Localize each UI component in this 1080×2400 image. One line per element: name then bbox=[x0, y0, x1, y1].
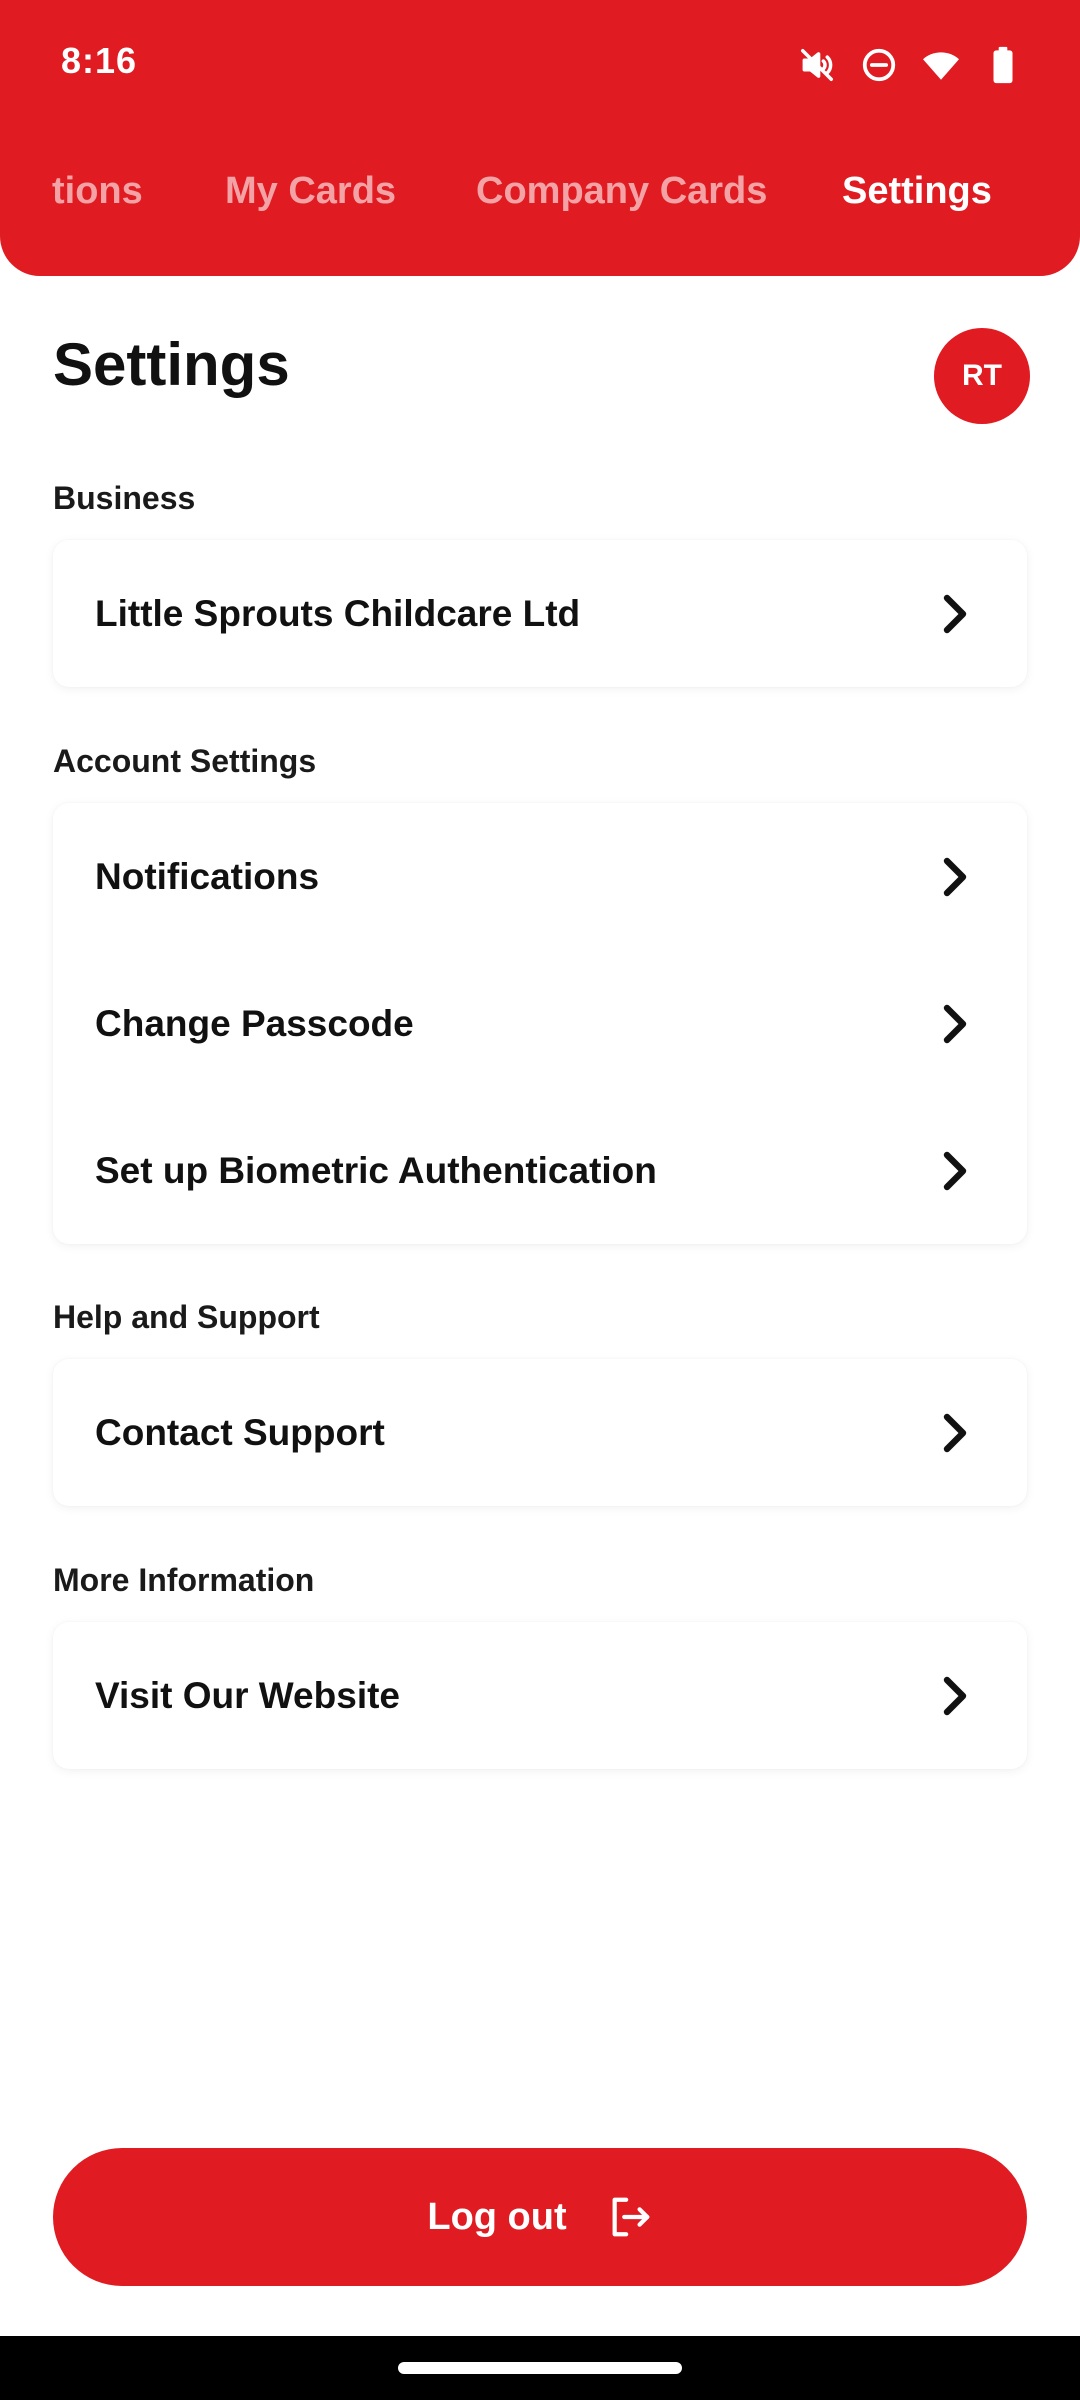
help-support-card: Contact Support bbox=[53, 1359, 1027, 1506]
avatar-initials: RT bbox=[962, 359, 1002, 392]
visit-website-item[interactable]: Visit Our Website bbox=[53, 1622, 1027, 1769]
section-label-more-info: More Information bbox=[53, 1562, 315, 1598]
logout-icon bbox=[612, 2197, 649, 2237]
chevron-right-icon bbox=[943, 1676, 967, 1715]
status-bar: 8:16 bbox=[0, 0, 1080, 130]
tab-bar: tions My Cards Company Cards Settings bbox=[0, 170, 1080, 230]
chevron-right-icon bbox=[943, 1151, 967, 1190]
logout-button[interactable]: Log out bbox=[53, 2148, 1027, 2286]
biometric-auth-label: Set up Biometric Authentication bbox=[95, 1149, 657, 1191]
business-item[interactable]: Little Sprouts Childcare Ltd bbox=[53, 540, 1027, 687]
notifications-label: Notifications bbox=[95, 855, 320, 897]
home-indicator[interactable] bbox=[398, 2362, 682, 2374]
biometric-auth-item[interactable]: Set up Biometric Authentication bbox=[53, 1097, 1027, 1244]
visit-website-label: Visit Our Website bbox=[95, 1674, 400, 1716]
chevron-right-icon bbox=[943, 857, 967, 896]
page-title: Settings bbox=[53, 331, 290, 398]
tab-my-cards[interactable]: My Cards bbox=[225, 170, 396, 213]
tab-company-cards[interactable]: Company Cards bbox=[476, 170, 767, 213]
status-icons bbox=[796, 44, 1024, 86]
more-info-card: Visit Our Website bbox=[53, 1622, 1027, 1769]
logout-label: Log out bbox=[427, 2195, 567, 2238]
tab-settings[interactable]: Settings bbox=[842, 170, 992, 213]
battery-icon bbox=[982, 44, 1024, 86]
business-card: Little Sprouts Childcare Ltd bbox=[53, 540, 1027, 687]
chevron-right-icon bbox=[943, 1413, 967, 1452]
contact-support-item[interactable]: Contact Support bbox=[53, 1359, 1027, 1506]
tab-transactions[interactable]: tions bbox=[52, 170, 143, 213]
notifications-item[interactable]: Notifications bbox=[53, 803, 1027, 950]
contact-support-label: Contact Support bbox=[95, 1411, 385, 1453]
system-nav-bar bbox=[0, 2336, 1080, 2400]
section-label-account-settings: Account Settings bbox=[53, 743, 317, 779]
chevron-right-icon bbox=[943, 594, 967, 633]
avatar[interactable]: RT bbox=[934, 328, 1030, 424]
mute-icon bbox=[796, 44, 838, 86]
section-label-help-support: Help and Support bbox=[53, 1299, 320, 1335]
do-not-disturb-icon bbox=[858, 44, 900, 86]
settings-screen: 8:16 tions My Cards Company Cards Settin… bbox=[0, 0, 1080, 2400]
wifi-icon bbox=[920, 44, 962, 86]
section-label-business: Business bbox=[53, 480, 196, 516]
business-name: Little Sprouts Childcare Ltd bbox=[95, 592, 581, 634]
change-passcode-label: Change Passcode bbox=[95, 1002, 414, 1044]
change-passcode-item[interactable]: Change Passcode bbox=[53, 950, 1027, 1097]
account-settings-card: Notifications Change Passcode Set up Bio… bbox=[53, 803, 1027, 1244]
status-time: 8:16 bbox=[61, 40, 138, 81]
app-header: 8:16 tions My Cards Company Cards Settin… bbox=[0, 0, 1080, 276]
chevron-right-icon bbox=[943, 1004, 967, 1043]
